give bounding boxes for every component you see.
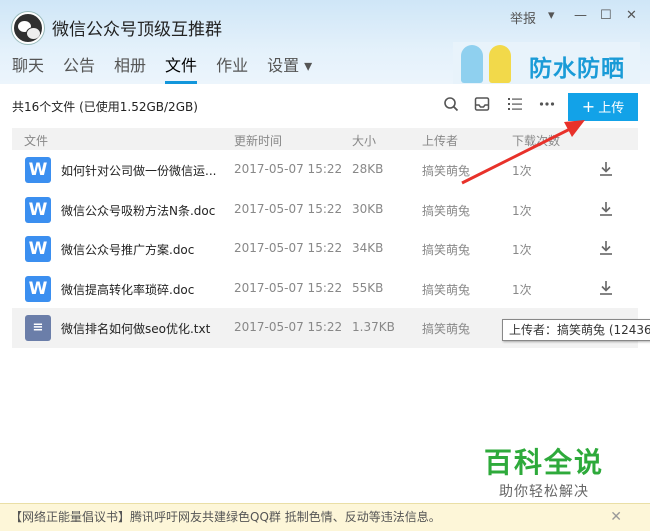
raincoat-figure-icon [461, 45, 483, 83]
title-bar: 微信公众号顶级互推群 举报 ▾ — ☐ ✕ 聊天 公告 相册 文件 作业 设置 … [0, 0, 650, 84]
file-size: 30KB [352, 201, 384, 216]
table-row[interactable]: W 微信提高转化率琐碎.doc 2017-05-07 15:22 55KB 搞笑… [12, 268, 638, 308]
watermark-title: 百科全说 [483, 446, 604, 479]
file-downloads: 1次 [512, 282, 532, 297]
raincoat-figure-icon [489, 45, 511, 83]
file-table: 文件 更新时间 大小 上传者 下载次数 W 如何针对公司做一份微信运... 20… [12, 128, 638, 348]
upload-label: 上传 [598, 101, 625, 116]
table-row[interactable]: W 微信公众号推广方案.doc 2017-05-07 15:22 34KB 搞笑… [12, 229, 638, 269]
file-count: 共16个文件 (已使用1.52GB/2GB) [12, 100, 198, 114]
notice-text[interactable]: 【网络正能量倡议书】腾讯呼吁网友共建绿色QQ群 抵制色情、反动等违法信息。 [10, 510, 441, 524]
tab-settings[interactable]: 设置 ▾ [267, 52, 312, 84]
close-button[interactable]: ✕ [626, 8, 637, 23]
group-avatar[interactable] [12, 12, 44, 44]
file-uploader[interactable]: 搞笑萌兔 [422, 241, 470, 258]
notice-close-icon[interactable]: ✕ [610, 504, 622, 530]
banner-text: 防水防晒 [529, 56, 625, 82]
word-file-icon: W [25, 275, 51, 302]
more-icon[interactable] [539, 96, 555, 112]
text-file-icon: ≡ [25, 315, 51, 341]
file-name[interactable]: 微信公众号吸粉方法N条.doc [61, 202, 215, 219]
word-file-icon: W [25, 196, 51, 223]
download-icon[interactable] [598, 240, 614, 256]
file-size: 34KB [352, 241, 384, 255]
uploader-tooltip: 上传者：搞笑萌兔 (124369 [502, 319, 650, 341]
download-icon[interactable] [598, 280, 614, 296]
upload-button[interactable]: + 上传 [568, 93, 638, 121]
file-time: 2017-05-07 15:22 [234, 320, 343, 334]
column-updated[interactable]: 更新时间 [234, 132, 282, 149]
word-file-icon: W [25, 236, 51, 262]
file-name[interactable]: 微信排名如何做seo优化.txt [61, 320, 210, 337]
table-row[interactable]: W 微信公众号吸粉方法N条.doc 2017-05-07 15:22 30KB … [12, 189, 638, 229]
file-downloads: 1次 [512, 203, 532, 218]
file-uploader[interactable]: 搞笑萌兔 [422, 162, 470, 179]
tab-bar: 聊天 公告 相册 文件 作业 设置 ▾ [12, 52, 331, 84]
tab-notice[interactable]: 公告 [63, 52, 95, 84]
file-time: 2017-05-07 15:22 [234, 162, 343, 176]
watermark-logo: 百科全说 助你轻松解决 [460, 437, 628, 503]
word-file-icon: W [25, 157, 51, 183]
download-icon[interactable] [598, 161, 614, 177]
file-downloads: 1次 [512, 243, 532, 257]
plus-icon: + [581, 97, 596, 116]
watermark-subtitle: 助你轻松解决 [499, 484, 589, 500]
file-size: 28KB [352, 162, 384, 176]
file-uploader[interactable]: 搞笑萌兔 [422, 202, 470, 219]
file-size: 55KB [352, 280, 384, 295]
file-toolbar: 共16个文件 (已使用1.52GB/2GB) + 上传 [0, 84, 650, 126]
tab-files[interactable]: 文件 [165, 52, 198, 84]
tab-chat[interactable]: 聊天 [12, 52, 44, 84]
column-uploader[interactable]: 上传者 [422, 132, 458, 149]
column-downloads[interactable]: 下载次数 [512, 132, 560, 149]
file-name[interactable]: 如何针对公司做一份微信运... [61, 162, 216, 179]
file-uploader[interactable]: 搞笑萌兔 [422, 281, 470, 298]
file-time: 2017-05-07 15:22 [234, 280, 343, 295]
notice-bar[interactable]: 【网络正能量倡议书】腾讯呼吁网友共建绿色QQ群 抵制色情、反动等违法信息。 ✕ [0, 503, 650, 531]
file-size: 1.37KB [352, 320, 395, 334]
column-size[interactable]: 大小 [352, 132, 376, 149]
file-downloads: 1次 [512, 164, 532, 178]
inbox-icon[interactable] [474, 96, 490, 112]
file-name[interactable]: 微信提高转化率琐碎.doc [61, 281, 194, 298]
minimize-button[interactable]: — [574, 8, 587, 23]
table-row[interactable]: W 如何针对公司做一份微信运... 2017-05-07 15:22 28KB … [12, 150, 638, 190]
ad-banner[interactable]: 防水防晒 [453, 42, 640, 84]
file-time: 2017-05-07 15:22 [234, 201, 343, 216]
group-title: 微信公众号顶级互推群 [52, 20, 222, 40]
file-uploader[interactable]: 搞笑萌兔 [422, 320, 470, 337]
report-link[interactable]: 举报 [510, 8, 536, 27]
tab-homework[interactable]: 作业 [216, 52, 248, 84]
tab-album[interactable]: 相册 [114, 52, 146, 84]
download-icon[interactable] [598, 201, 614, 217]
table-header: 文件 更新时间 大小 上传者 下载次数 [12, 128, 638, 150]
file-name[interactable]: 微信公众号推广方案.doc [61, 241, 194, 258]
file-time: 2017-05-07 15:22 [234, 241, 343, 255]
dropdown-icon[interactable]: ▾ [548, 8, 555, 23]
list-view-icon[interactable] [507, 96, 523, 112]
column-file[interactable]: 文件 [24, 132, 48, 149]
search-icon[interactable] [443, 96, 459, 112]
maximize-button[interactable]: ☐ [600, 8, 612, 23]
